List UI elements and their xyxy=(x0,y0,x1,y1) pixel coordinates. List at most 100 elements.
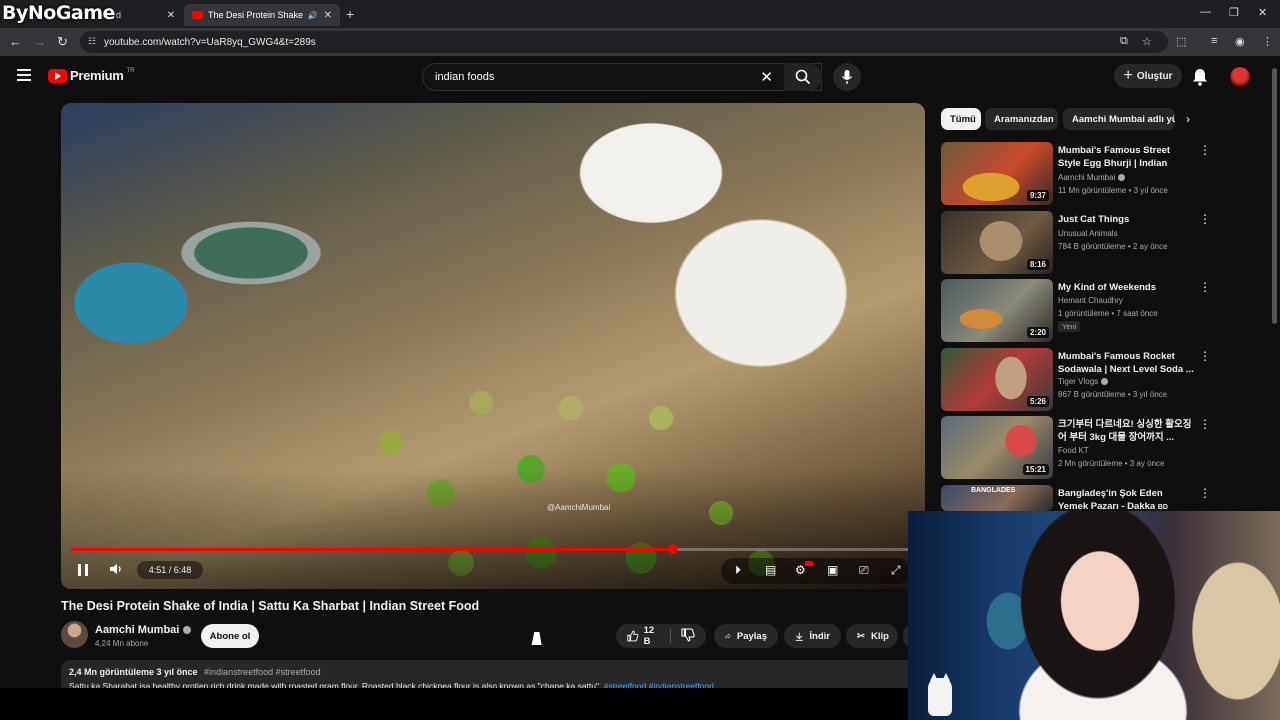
scissors-icon: ✂ xyxy=(857,630,865,642)
extensions-icon[interactable]: ⬚ xyxy=(1176,35,1186,48)
subtitles-icon[interactable]: ▤ xyxy=(765,563,776,577)
scrubber-handle[interactable] xyxy=(667,544,678,554)
recommendation-channel[interactable]: Unusual Animals xyxy=(1058,229,1118,238)
video-thumbnail[interactable]: 2:20 xyxy=(941,279,1053,342)
recommendation-title[interactable]: Bangladeş'in Şok Eden Yemek Pazarı - Dak… xyxy=(1058,487,1194,513)
views-and-date: 2,4 Mn görüntüleme 3 yıl önce #indianstr… xyxy=(69,667,321,677)
subscribe-button[interactable]: Abone ol xyxy=(201,624,259,648)
download-button[interactable]: İndir xyxy=(784,624,841,648)
speaker-icon[interactable]: 🔊 xyxy=(308,11,318,20)
kebab-menu-icon[interactable]: ⋮ xyxy=(1199,213,1211,225)
kebab-menu-icon[interactable]: ⋮ xyxy=(1199,281,1211,293)
autoplay-toggle-icon[interactable]: ⏵ xyxy=(735,563,741,578)
bookmark-star-icon[interactable]: ☆ xyxy=(1142,35,1152,48)
voice-search-button[interactable] xyxy=(833,63,861,91)
kebab-menu-icon[interactable]: ⋮ xyxy=(1199,144,1211,156)
recommendation-item[interactable]: 9:37 Mumbai's Famous Street Style Egg Bh… xyxy=(941,142,1211,206)
chip-all[interactable]: Tümü xyxy=(941,108,981,130)
url-field[interactable]: ☷ youtube.com/watch?v=UaR8yq_GWG4&t=289s xyxy=(80,31,1168,53)
progress-played xyxy=(71,548,673,551)
channel-text: Tiger Vlogs xyxy=(1058,377,1099,386)
video-thumbnail[interactable]: 5:26 xyxy=(941,348,1053,411)
recommendation-item[interactable]: 8:16 Just Cat Things Unusual Animals 784… xyxy=(941,211,1211,275)
forward-icon[interactable]: → xyxy=(33,34,46,49)
cast-icon[interactable]: ⎚ xyxy=(859,563,869,578)
mouse-cursor-icon xyxy=(531,632,545,645)
back-icon[interactable]: ← xyxy=(9,34,22,49)
close-window-icon[interactable]: ✕ xyxy=(1258,6,1267,19)
channel-avatar[interactable] xyxy=(61,621,88,648)
recommendation-title[interactable]: Just Cat Things xyxy=(1058,213,1194,226)
dislike-button[interactable] xyxy=(681,627,695,645)
volume-icon[interactable] xyxy=(109,563,123,578)
restore-icon[interactable]: ❐ xyxy=(1229,6,1239,19)
reload-icon[interactable]: ↻ xyxy=(57,34,68,50)
clear-search-icon[interactable]: ✕ xyxy=(760,68,773,86)
search-button[interactable] xyxy=(784,63,822,91)
new-badge: Yeni xyxy=(1058,321,1081,332)
close-icon[interactable]: ✕ xyxy=(324,10,332,21)
account-avatar[interactable] xyxy=(1230,67,1250,87)
recommendation-item[interactable]: 5:26 Mumbai's Famous Rocket Sodawala | N… xyxy=(941,348,1211,412)
recommendation-meta: 2 Mn görüntüleme • 3 ay önce xyxy=(1058,459,1165,468)
time-display: 4:51 / 6:48 xyxy=(137,561,203,579)
hashtags[interactable]: #indianstreetfood #streetfood xyxy=(204,667,321,677)
recommendation-item[interactable]: 15:21 크기부터 다르네요! 싱싱한 활오징어 부터 3kg 대물 장어까지… xyxy=(941,416,1211,480)
reading-list-icon[interactable]: ≡ xyxy=(1211,35,1217,47)
url-text: youtube.com/watch?v=UaR8yq_GWG4&t=289s xyxy=(104,36,316,48)
recommendation-title[interactable]: My Kind of Weekends xyxy=(1058,281,1194,294)
share-button[interactable]: Paylaş xyxy=(714,624,778,648)
cat-sticker-icon xyxy=(928,673,952,716)
clip-button[interactable]: ✂ Klip xyxy=(846,624,898,648)
video-thumbnail[interactable]: 8:16 xyxy=(941,211,1053,274)
youtube-premium-logo[interactable]: Premium TR xyxy=(48,68,135,83)
video-thumbnail[interactable]: BANGLADES xyxy=(941,485,1053,511)
video-thumbnail[interactable]: 15:21 xyxy=(941,416,1053,479)
hamburger-menu-icon[interactable] xyxy=(17,69,31,81)
like-button[interactable]: 12 B xyxy=(627,625,660,647)
recommendation-item[interactable]: 2:20 My Kind of Weekends Hemant Chaudhry… xyxy=(941,279,1211,343)
notifications-bell-icon[interactable] xyxy=(1192,68,1208,91)
search-input[interactable]: indian foods ✕ xyxy=(422,63,822,91)
video-watermark: @AamchiMumbai xyxy=(547,503,611,512)
clip-label: Klip xyxy=(870,630,889,642)
pause-icon[interactable] xyxy=(78,564,88,576)
recommendation-title[interactable]: Mumbai's Famous Rocket Sodawala | Next L… xyxy=(1058,350,1194,376)
new-tab-icon[interactable]: + xyxy=(346,6,354,22)
recommendation-channel[interactable]: Tiger Vlogs xyxy=(1058,377,1109,386)
site-info-icon[interactable]: ☷ xyxy=(88,36,96,47)
recommendation-channel[interactable]: Hemant Chaudhry xyxy=(1058,296,1123,305)
video-player[interactable]: @AamchiMumbai 4:51 / 6:48 ⏵ ▤ ⚙ ▣ ⎚ ⤢ xyxy=(61,103,925,589)
miniplayer-icon[interactable]: ▣ xyxy=(827,563,838,577)
channel-name[interactable]: Aamchi Mumbai xyxy=(95,624,192,636)
close-icon[interactable]: ✕ xyxy=(167,10,175,21)
recommendation-item[interactable]: BANGLADES Bangladeş'in Şok Eden Yemek Pa… xyxy=(941,485,1211,513)
video-thumbnail[interactable]: 9:37 xyxy=(941,142,1053,205)
kebab-menu-icon[interactable]: ⋮ xyxy=(1199,418,1211,430)
create-button[interactable]: + Oluştur xyxy=(1114,64,1182,88)
tab-title: The Desi Protein Shake of I xyxy=(208,10,304,20)
title-text: Bangladeş'in Şok Eden Yemek Pazarı - Dak… xyxy=(1058,488,1163,512)
chip-from-uploader[interactable]: Aamchi Mumbai adlı yükleyiciden xyxy=(1063,108,1175,130)
page-scrollbar[interactable] xyxy=(1272,68,1277,324)
recommendation-channel[interactable]: Food KT xyxy=(1058,446,1089,455)
cast-icon[interactable]: ⧉ xyxy=(1120,35,1128,48)
recommendation-title[interactable]: Mumbai's Famous Street Style Egg Bhurji … xyxy=(1058,144,1194,170)
views-date-text: 2,4 Mn görüntüleme 3 yıl önce xyxy=(69,667,198,677)
progress-bar[interactable] xyxy=(71,544,915,554)
download-icon xyxy=(795,632,803,641)
profile-icon[interactable]: ◉ xyxy=(1235,35,1245,48)
browser-menu-icon[interactable]: ⋮ xyxy=(1262,35,1273,48)
fullscreen-icon[interactable]: ⤢ xyxy=(891,563,901,578)
kebab-menu-icon[interactable]: ⋮ xyxy=(1199,350,1211,362)
minimize-icon[interactable]: — xyxy=(1200,6,1211,18)
channel-text: Aamchi Mumbai xyxy=(1058,173,1116,182)
logo-text: Premium xyxy=(70,68,124,83)
recommendation-channel[interactable]: Aamchi Mumbai xyxy=(1058,173,1126,182)
chevron-right-icon[interactable]: › xyxy=(1186,112,1190,126)
browser-tab-2[interactable]: The Desi Protein Shake of I 🔊 ✕ xyxy=(184,4,340,26)
recommendation-meta: 784 B görüntüleme • 2 ay önce xyxy=(1058,242,1168,251)
chip-from-search[interactable]: Aramanızdan xyxy=(985,108,1058,130)
recommendation-title[interactable]: 크기부터 다르네요! 싱싱한 활오징어 부터 3kg 대물 장어까지 ... xyxy=(1058,418,1194,444)
kebab-menu-icon[interactable]: ⋮ xyxy=(1199,487,1211,499)
